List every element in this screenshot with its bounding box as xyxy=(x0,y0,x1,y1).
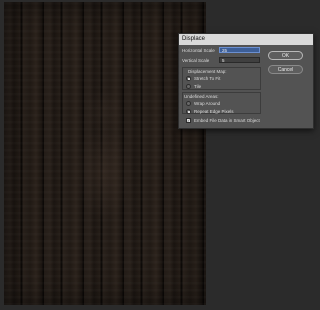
dialog-title: Displace xyxy=(179,34,313,45)
vertical-scale-label: Vertical Scale xyxy=(182,58,210,63)
horizontal-scale-input[interactable]: 25 xyxy=(219,47,260,53)
wrap-around-radio[interactable] xyxy=(186,101,191,106)
stretch-to-fit-label: Stretch To Fit xyxy=(194,76,221,81)
tile-radio[interactable] xyxy=(186,84,191,89)
document-canvas-wood-texture[interactable] xyxy=(4,2,206,305)
wrap-around-label: Wrap Around xyxy=(194,101,221,106)
stretch-to-fit-radio[interactable] xyxy=(186,76,191,81)
embed-file-data-label: Embed File Data in Smart Object xyxy=(194,118,260,123)
displace-dialog: Displace Horizontal Scale 25 Vertical Sc… xyxy=(178,33,314,129)
displacement-map-heading: Displacement Map: xyxy=(188,69,227,74)
photoshop-workspace: Displace Horizontal Scale 25 Vertical Sc… xyxy=(0,0,316,310)
repeat-edge-pixels-radio[interactable] xyxy=(186,109,191,114)
embed-file-data-checkbox[interactable]: ✓ xyxy=(186,118,191,123)
cancel-button[interactable]: Cancel xyxy=(268,65,303,74)
ok-button[interactable]: OK xyxy=(268,51,303,60)
repeat-edge-pixels-label: Repeat Edge Pixels xyxy=(194,109,234,114)
undefined-areas-heading: Undefined Areas: xyxy=(184,94,219,99)
horizontal-scale-label: Horizontal Scale xyxy=(182,48,215,53)
tile-label: Tile xyxy=(194,84,202,89)
vertical-scale-input[interactable]: 5 xyxy=(219,57,260,63)
